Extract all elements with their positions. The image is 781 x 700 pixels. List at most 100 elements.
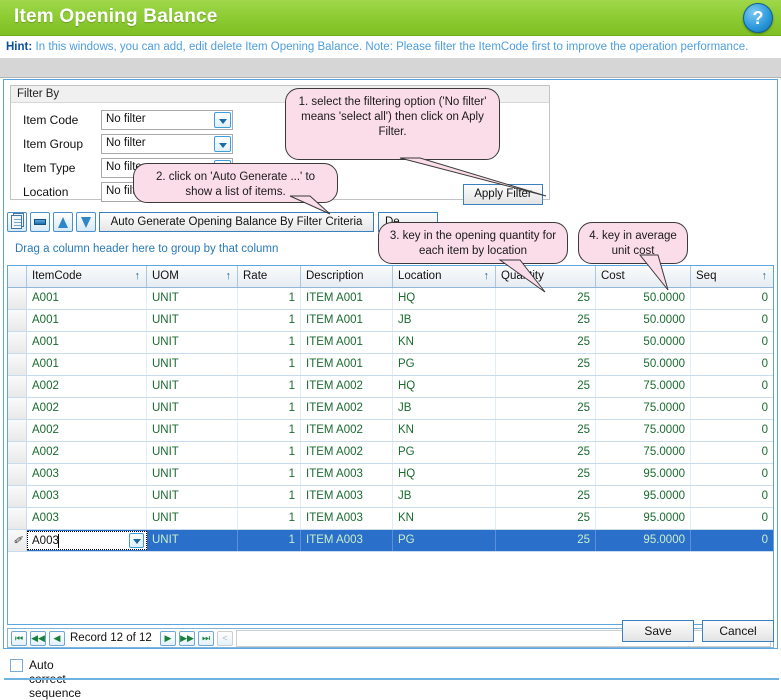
cell-seq[interactable]: 0	[691, 486, 773, 507]
cell-cost[interactable]: 95.0000	[596, 508, 691, 529]
cell-itemcode[interactable]: A002	[27, 376, 147, 397]
column-header-rate[interactable]: Rate	[238, 266, 301, 287]
column-header-cost[interactable]: Cost	[596, 266, 691, 287]
cell-uom[interactable]: UNIT	[147, 508, 238, 529]
cell-cost[interactable]: 75.0000	[596, 376, 691, 397]
cell-itemcode[interactable]: A002	[27, 442, 147, 463]
cell-cost[interactable]: 95.0000	[596, 530, 691, 551]
table-row[interactable]: A001 UNIT 1 ITEM A001 KN 25 50.0000 0	[8, 332, 773, 354]
cell-cost[interactable]: 50.0000	[596, 310, 691, 331]
cell-uom[interactable]: UNIT	[147, 464, 238, 485]
cell-rate[interactable]: 1	[238, 420, 301, 441]
cell-cost[interactable]: 50.0000	[596, 288, 691, 309]
cell-seq[interactable]: 0	[691, 376, 773, 397]
cell-itemcode[interactable]: A003	[27, 486, 147, 507]
cell-location[interactable]: KN	[393, 420, 496, 441]
row-indicator[interactable]	[8, 464, 27, 485]
apply-filter-button[interactable]: Apply Filter	[463, 184, 543, 205]
cell-itemcode[interactable]: A001	[27, 332, 147, 353]
cell-location[interactable]: PG	[393, 530, 496, 551]
row-indicator[interactable]	[8, 376, 27, 397]
cell-rate[interactable]: 1	[238, 530, 301, 551]
cell-quantity[interactable]: 25	[496, 530, 596, 551]
move-down-arrow-icon[interactable]	[76, 212, 96, 232]
auto-correct-checkbox[interactable]	[10, 659, 23, 672]
column-header-quantity[interactable]: Quantity	[496, 266, 596, 287]
table-row[interactable]: A002 UNIT 1 ITEM A002 JB 25 75.0000 0	[8, 398, 773, 420]
cell-cost[interactable]: 75.0000	[596, 420, 691, 441]
chevron-down-icon[interactable]	[129, 533, 144, 548]
table-row[interactable]: A002 UNIT 1 ITEM A002 PG 25 75.0000 0	[8, 442, 773, 464]
cell-description[interactable]: ITEM A003	[301, 464, 393, 485]
cell-location[interactable]: HQ	[393, 288, 496, 309]
move-up-arrow-icon[interactable]	[53, 212, 73, 232]
cell-cost[interactable]: 95.0000	[596, 464, 691, 485]
cell-quantity[interactable]: 25	[496, 442, 596, 463]
column-header-location[interactable]: Location ↑	[393, 266, 496, 287]
cell-seq[interactable]: 0	[691, 508, 773, 529]
cell-location[interactable]: JB	[393, 398, 496, 419]
cell-rate[interactable]: 1	[238, 376, 301, 397]
cancel-button[interactable]: Cancel	[702, 620, 774, 642]
cell-uom[interactable]: UNIT	[147, 354, 238, 375]
cell-quantity[interactable]: 25	[496, 310, 596, 331]
help-icon[interactable]: ?	[743, 3, 773, 33]
cell-description[interactable]: ITEM A001	[301, 354, 393, 375]
row-indicator[interactable]	[8, 442, 27, 463]
cell-seq[interactable]: 0	[691, 332, 773, 353]
chevron-down-icon[interactable]	[214, 136, 231, 152]
cell-description[interactable]: ITEM A003	[301, 530, 393, 551]
cell-cost[interactable]: 50.0000	[596, 354, 691, 375]
cell-uom[interactable]: UNIT	[147, 442, 238, 463]
table-row[interactable]: A001 UNIT 1 ITEM A001 PG 25 50.0000 0	[8, 354, 773, 376]
column-header-itemcode[interactable]: ItemCode ↑	[27, 266, 147, 287]
row-indicator[interactable]	[8, 332, 27, 353]
cell-rate[interactable]: 1	[238, 332, 301, 353]
table-row[interactable]: ✐ A003 UNIT 1 ITEM A003 PG 25 95.0000 0	[8, 530, 773, 552]
cell-description[interactable]: ITEM A002	[301, 376, 393, 397]
nav-first-button[interactable]: ⏮	[11, 631, 27, 646]
table-row[interactable]: A003 UNIT 1 ITEM A003 HQ 25 95.0000 0	[8, 464, 773, 486]
cell-description[interactable]: ITEM A001	[301, 310, 393, 331]
nav-last-button[interactable]: ⏭	[198, 631, 214, 646]
nav-next-button[interactable]: ▶	[160, 631, 176, 646]
cell-description[interactable]: ITEM A002	[301, 420, 393, 441]
cell-cost[interactable]: 50.0000	[596, 332, 691, 353]
cell-quantity[interactable]: 25	[496, 332, 596, 353]
cell-quantity[interactable]: 25	[496, 508, 596, 529]
cell-uom[interactable]: UNIT	[147, 398, 238, 419]
cell-uom[interactable]: UNIT	[147, 486, 238, 507]
cell-description[interactable]: ITEM A002	[301, 398, 393, 419]
table-row[interactable]: A002 UNIT 1 ITEM A002 KN 25 75.0000 0	[8, 420, 773, 442]
cell-seq[interactable]: 0	[691, 354, 773, 375]
cell-cost[interactable]: 75.0000	[596, 398, 691, 419]
cell-itemcode[interactable]: A002	[27, 398, 147, 419]
cell-itemcode[interactable]: A002	[27, 420, 147, 441]
cell-location[interactable]: KN	[393, 508, 496, 529]
cell-itemcode[interactable]: A001	[27, 288, 147, 309]
delete-minus-icon[interactable]	[30, 212, 50, 232]
nav-prev-button[interactable]: ◀	[49, 631, 65, 646]
cell-quantity[interactable]: 25	[496, 486, 596, 507]
cell-quantity[interactable]: 25	[496, 464, 596, 485]
nav-prev-page-button[interactable]: ◀◀	[30, 631, 46, 646]
cell-itemcode[interactable]: A003	[27, 508, 147, 529]
cell-uom[interactable]: UNIT	[147, 420, 238, 441]
cell-location[interactable]: JB	[393, 310, 496, 331]
cell-uom[interactable]: UNIT	[147, 310, 238, 331]
cell-quantity[interactable]: 25	[496, 376, 596, 397]
save-button[interactable]: Save	[622, 620, 694, 642]
column-header-uom[interactable]: UOM ↑	[147, 266, 238, 287]
cell-rate[interactable]: 1	[238, 288, 301, 309]
cell-description[interactable]: ITEM A002	[301, 442, 393, 463]
cell-location[interactable]: HQ	[393, 376, 496, 397]
cell-location[interactable]: PG	[393, 354, 496, 375]
cell-rate[interactable]: 1	[238, 464, 301, 485]
row-indicator[interactable]	[8, 486, 27, 507]
table-row[interactable]: A001 UNIT 1 ITEM A001 JB 25 50.0000 0	[8, 310, 773, 332]
cell-itemcode[interactable]: A001	[27, 310, 147, 331]
cell-seq[interactable]: 0	[691, 442, 773, 463]
row-indicator[interactable]: ✐	[8, 530, 27, 551]
cell-description[interactable]: ITEM A001	[301, 332, 393, 353]
cell-quantity[interactable]: 25	[496, 420, 596, 441]
